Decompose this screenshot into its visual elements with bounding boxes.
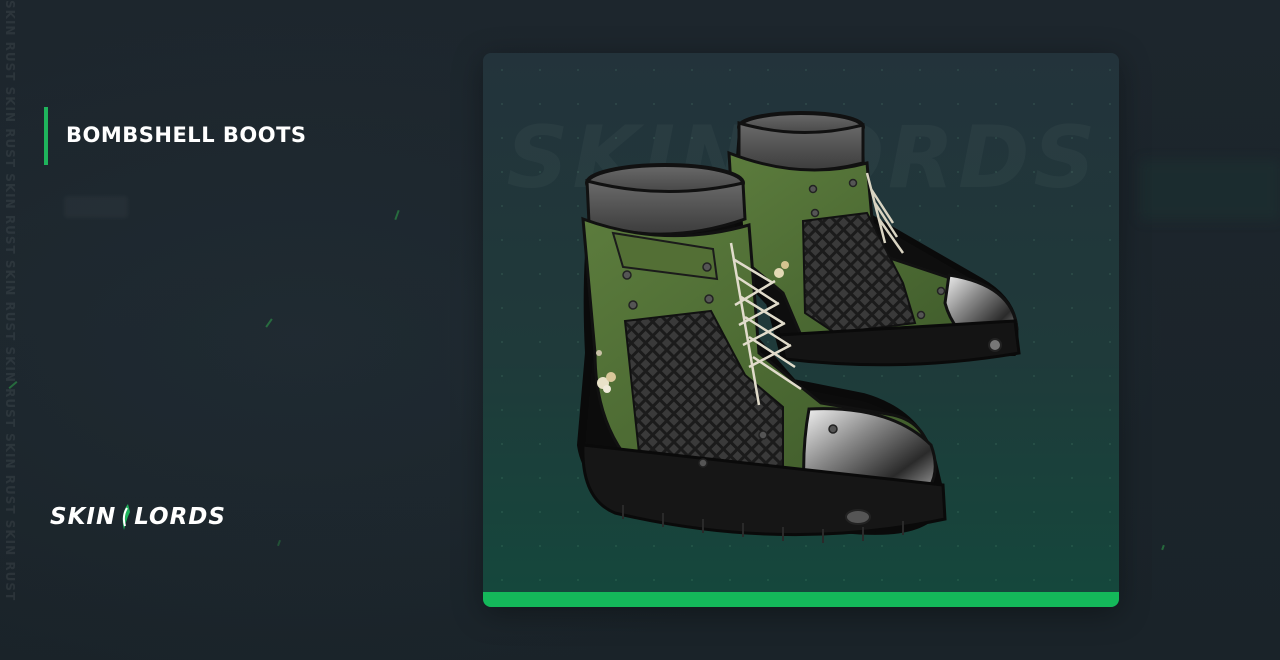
logo-text-left: SKIN	[50, 504, 117, 530]
right-boot	[727, 111, 1021, 367]
side-watermark: SKIN RUST SKIN RUST SKIN RUST SKIN RUST …	[3, 0, 17, 602]
bombshell-boots-image	[576, 111, 1021, 543]
page-title: BOMBSHELL BOOTS	[66, 123, 307, 147]
item-image-card: SKINLORDS	[483, 53, 1119, 607]
card-accent-bar	[483, 592, 1119, 607]
skinlords-logo: SKIN LORDS	[50, 500, 226, 534]
faded-decor	[1140, 160, 1280, 220]
logo-mark-icon	[122, 504, 131, 530]
faded-subtitle	[64, 196, 128, 218]
title-accent-bar	[44, 107, 48, 165]
logo-text-right: LORDS	[134, 504, 226, 530]
